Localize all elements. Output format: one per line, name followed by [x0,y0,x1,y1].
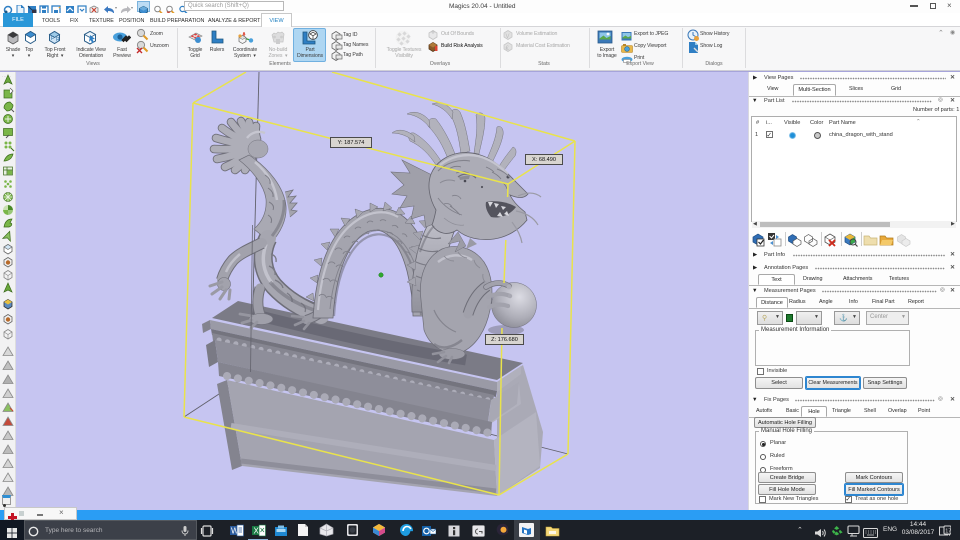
svg-text:X: X [254,527,260,536]
svg-text:F: F [51,36,54,42]
svg-text:17: 17 [945,529,951,535]
svg-text:R: R [56,37,60,43]
